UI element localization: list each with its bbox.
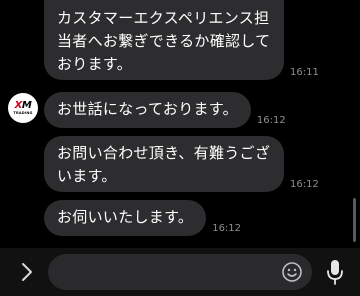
message-line: お世話になっております。 <box>57 100 238 118</box>
message-line: お伺いいたします。 <box>57 208 194 226</box>
message-timestamp: 16:11 <box>290 67 319 78</box>
xm-logo-subtitle: TRADING <box>13 111 33 115</box>
emoji-icon <box>282 262 302 282</box>
message-timestamp: 16:12 <box>212 223 242 234</box>
message-line: カスタマーエクスペリエンス担 <box>57 9 270 27</box>
message-3: お問い合わせ頂き、有難うござ います。 16:12 <box>44 136 319 192</box>
microphone-button[interactable] <box>322 258 348 286</box>
microphone-icon <box>327 260 343 285</box>
message-timestamp: 16:12 <box>256 115 286 126</box>
message-2: お世話になっております。 16:12 <box>44 92 286 128</box>
message-1: カスタマーエクスペリエンス担 当者へお繋ぎできるか確認して おります。 16:1… <box>44 0 319 80</box>
message-bubble: カスタマーエクスペリエンス担 当者へお繋ぎできるか確認して おります。 <box>44 0 284 80</box>
message-line: います。 <box>57 167 117 185</box>
message-line: 当者へお繋ぎできるか確認して <box>57 32 271 50</box>
chevron-right-icon <box>22 263 32 281</box>
chat-screen: カスタマーエクスペリエンス担 当者へお繋ぎできるか確認して おります。 16:1… <box>0 0 360 296</box>
message-bubble: お問い合わせ頂き、有難うござ います。 <box>44 136 284 192</box>
sender-avatar[interactable]: XM TRADING <box>8 93 38 123</box>
message-list[interactable]: カスタマーエクスペリエンス担 当者へお繋ぎできるか確認して おります。 16:1… <box>0 0 360 248</box>
message-bubble: お世話になっております。 <box>44 92 251 128</box>
emoji-button[interactable] <box>280 260 304 284</box>
xm-logo: XM <box>14 100 32 111</box>
expand-button[interactable] <box>14 258 40 286</box>
message-input[interactable] <box>48 254 312 290</box>
scrollbar[interactable] <box>353 198 356 242</box>
composer-bar <box>0 248 360 296</box>
message-4: お伺いいたします。 16:12 <box>44 200 241 236</box>
message-bubble: お伺いいたします。 <box>44 200 207 236</box>
message-timestamp: 16:12 <box>290 179 319 190</box>
message-line: おります。 <box>57 55 133 73</box>
message-line: お問い合わせ頂き、有難うござ <box>57 144 271 162</box>
